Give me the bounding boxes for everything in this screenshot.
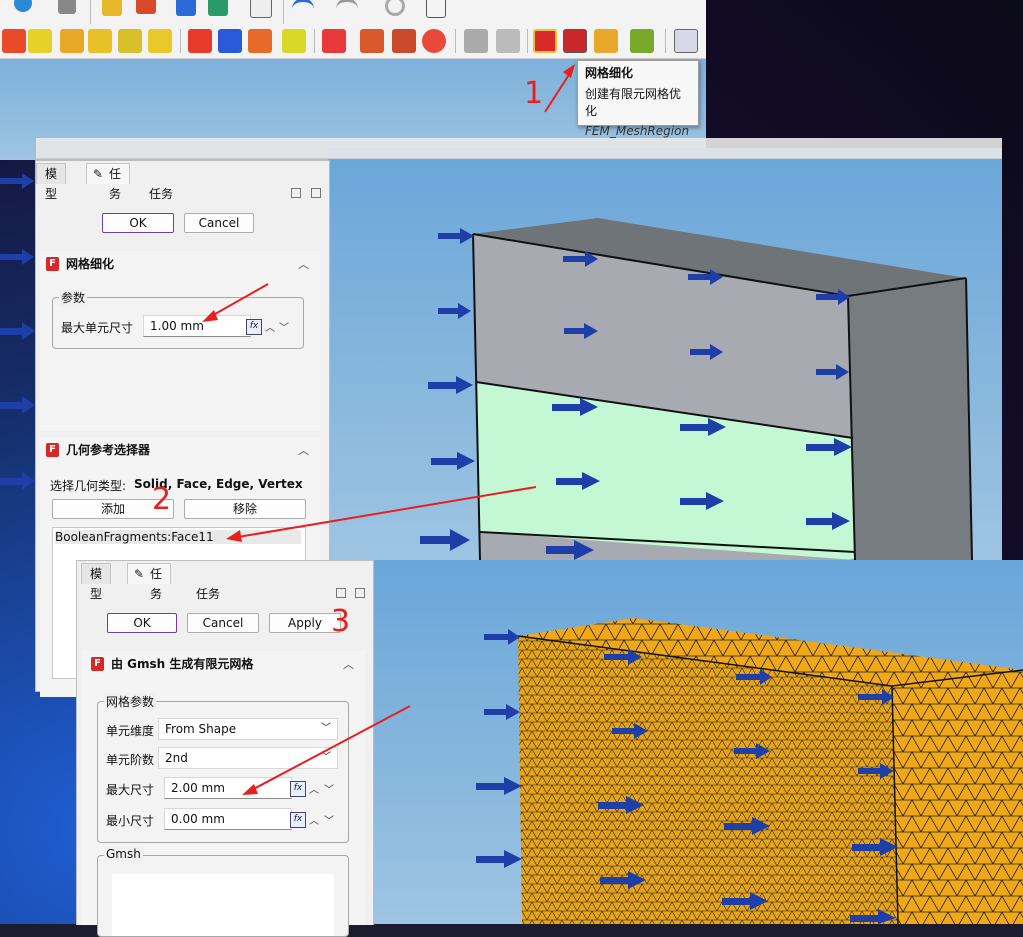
step-2-label: 2 xyxy=(152,482,172,517)
step-3-label: 3 xyxy=(331,604,351,639)
step-1-label: 1 xyxy=(524,76,544,111)
annotation-arrows xyxy=(202,64,575,795)
